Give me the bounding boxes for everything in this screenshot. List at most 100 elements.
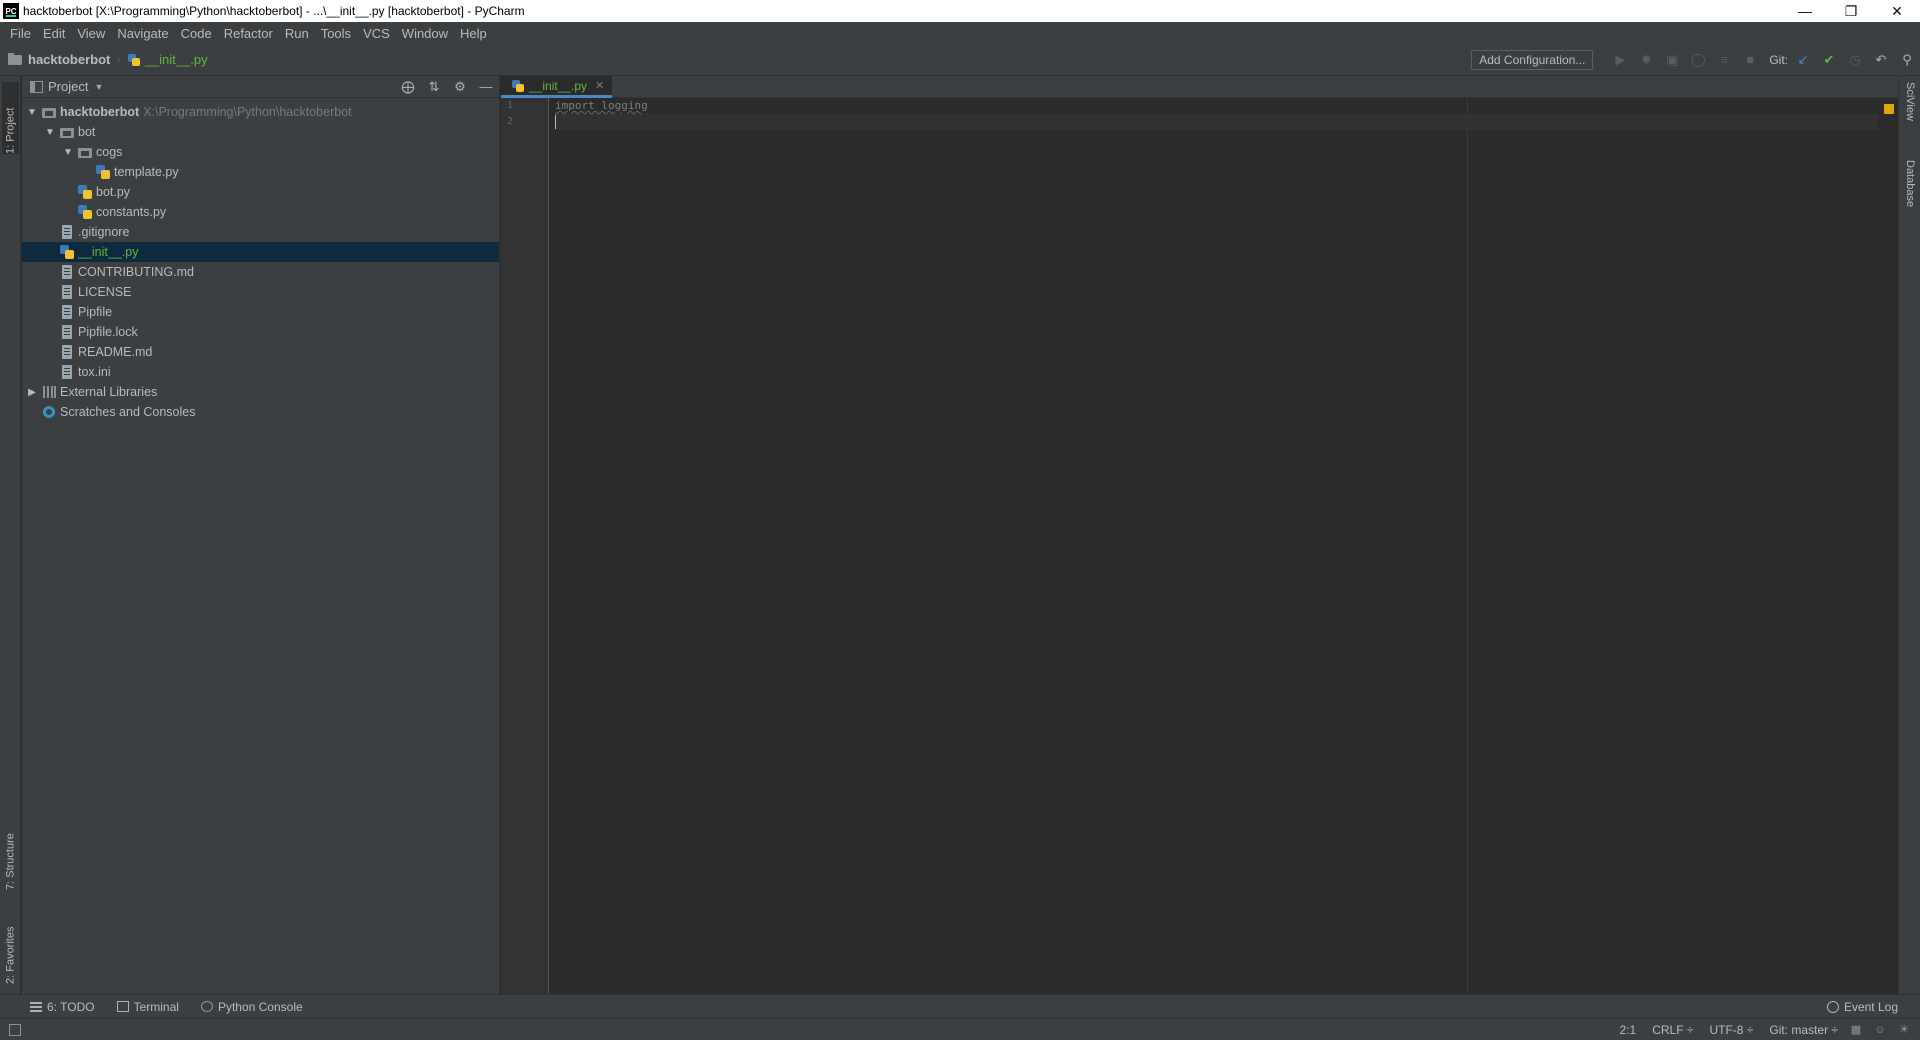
python-file-icon (511, 79, 525, 93)
menu-navigate[interactable]: Navigate (111, 26, 174, 41)
breadcrumb-project[interactable]: hacktoberbot (0, 52, 110, 67)
tree-item-license[interactable]: LICENSE (22, 282, 499, 302)
folder-icon (78, 145, 92, 159)
tree-item-bot-py[interactable]: bot.py (22, 182, 499, 202)
line-number: 1 (507, 100, 514, 111)
left-tool-strip: 1: Project 7: Structure 2: Favorites (0, 76, 21, 994)
close-tab-icon[interactable]: ✕ (595, 79, 604, 92)
tree-item-cogs[interactable]: ▼ cogs (22, 142, 499, 162)
restore-icon[interactable]: ❐ (1828, 0, 1874, 22)
warning-marker-icon[interactable] (1884, 104, 1894, 114)
notifications-icon[interactable]: ☀ (1898, 1024, 1910, 1036)
tree-item-init-py[interactable]: __init__.py (22, 242, 499, 262)
breadcrumb-project-label: hacktoberbot (28, 52, 111, 67)
search-icon[interactable]: ⚲ (1894, 47, 1920, 73)
breadcrumb-separator: › (116, 52, 121, 67)
close-icon[interactable]: ✕ (1874, 0, 1920, 22)
editor-scrollbar[interactable] (1886, 98, 1898, 994)
chevron-down-icon[interactable]: ▼ (94, 82, 103, 92)
tree-item-label: hacktoberbot (60, 105, 140, 119)
toggle-tool-windows-icon[interactable] (9, 1023, 21, 1036)
lock-icon[interactable]: ▩ (1850, 1024, 1862, 1036)
vcs-update-icon[interactable]: ↙ (1790, 47, 1816, 73)
tree-item-readme-md[interactable]: README.md (22, 342, 499, 362)
expand-arrow-icon[interactable]: ▼ (44, 126, 56, 138)
run-icon[interactable]: ▶ (1607, 47, 1633, 73)
collapse-all-icon[interactable]: ⇅ (421, 79, 447, 95)
line-separator[interactable]: CRLF ÷ (1652, 1023, 1693, 1037)
locate-file-icon[interactable]: ⨁ (395, 79, 421, 95)
tree-item-bot[interactable]: ▼ bot (22, 122, 499, 142)
vcs-revert-icon[interactable]: ↶ (1868, 47, 1894, 73)
code-line[interactable]: import logging (555, 98, 1878, 114)
navigation-bar: hacktoberbot › __init__.py Add Configura… (0, 44, 1920, 76)
todo-icon (30, 1001, 42, 1012)
tab-favorites[interactable]: 2: Favorites (2, 904, 19, 984)
debug-icon[interactable]: ✸ (1633, 47, 1659, 73)
tab-structure[interactable]: 7: Structure (2, 810, 19, 890)
project-panel-header: Project ▼ ⨁ ⇅ ⚙ — (22, 76, 499, 98)
expand-arrow-icon[interactable]: ▼ (26, 106, 38, 118)
menu-run[interactable]: Run (279, 26, 315, 41)
expand-arrow-icon[interactable]: ▼ (62, 146, 74, 158)
hide-panel-icon[interactable]: — (473, 79, 499, 94)
menu-tools[interactable]: Tools (315, 26, 357, 41)
tab-database[interactable]: Database (1902, 160, 1918, 230)
profile-icon[interactable]: ◯ (1685, 47, 1711, 73)
tree-item-constants-py[interactable]: constants.py (22, 202, 499, 222)
concurrency-icon[interactable]: ≡ (1711, 47, 1737, 73)
project-view-icon (30, 80, 43, 93)
project-panel-title[interactable]: Project (48, 79, 88, 94)
tab-project[interactable]: 1: Project (2, 82, 19, 154)
tree-item-tox-ini[interactable]: tox.ini (22, 362, 499, 382)
tree-item-template-py[interactable]: template.py (22, 162, 499, 182)
code-text-area[interactable]: import logging (555, 98, 1878, 130)
tool-todo[interactable]: 6: TODO (30, 1000, 95, 1014)
tree-item-label: Pipfile (78, 305, 113, 319)
tree-item-gitignore[interactable]: .gitignore (22, 222, 499, 242)
menu-edit[interactable]: Edit (37, 26, 71, 41)
menu-code[interactable]: Code (175, 26, 218, 41)
tool-python-console[interactable]: Python Console (200, 1000, 303, 1014)
editor-area: __init__.py ✕ 1 2 import logging (501, 76, 1898, 994)
expand-arrow-icon[interactable]: ▶ (26, 386, 38, 398)
tree-item-hacktoberbot[interactable]: ▼ hacktoberbot X:\Programming\Python\hac… (22, 102, 499, 122)
markdown-file-icon (60, 265, 74, 279)
tree-item-external-libraries[interactable]: ▶ External Libraries (22, 382, 499, 402)
vcs-history-icon[interactable]: ◷ (1842, 47, 1868, 73)
add-configuration-button[interactable]: Add Configuration... (1471, 49, 1594, 70)
tree-item-label: constants.py (96, 205, 167, 219)
tree-item-label: Pipfile.lock (78, 325, 138, 339)
caret-position[interactable]: 2:1 (1620, 1023, 1637, 1037)
stop-icon[interactable]: ■ (1737, 47, 1763, 73)
tool-event-log-label: Event Log (1843, 999, 1898, 1014)
minimize-icon[interactable]: — (1782, 0, 1828, 22)
folder-icon (8, 52, 22, 65)
menu-view[interactable]: View (71, 26, 111, 41)
tree-item-contributing-md[interactable]: CONTRIBUTING.md (22, 262, 499, 282)
gear-icon[interactable]: ⚙ (447, 79, 473, 95)
tab-sciview[interactable]: SciView (1902, 82, 1918, 142)
tool-terminal[interactable]: Terminal (116, 1000, 179, 1014)
menu-file[interactable]: File (4, 26, 37, 41)
vcs-commit-icon[interactable]: ✔ (1816, 47, 1842, 73)
tree-item-pipfile-lock[interactable]: Pipfile.lock (22, 322, 499, 342)
inspector-icon[interactable]: ☺ (1874, 1024, 1886, 1036)
git-branch[interactable]: Git: master ÷ (1769, 1023, 1838, 1037)
tool-event-log[interactable]: Event Log (1826, 999, 1898, 1014)
tree-item-pipfile[interactable]: Pipfile (22, 302, 499, 322)
menu-window[interactable]: Window (396, 26, 454, 41)
line-number-gutter: 1 2 (501, 98, 549, 994)
tree-item-label: CONTRIBUTING.md (78, 265, 194, 279)
editor-tab-init-py[interactable]: __init__.py ✕ (501, 76, 613, 98)
file-encoding[interactable]: UTF-8 ÷ (1709, 1023, 1753, 1037)
menu-help[interactable]: Help (454, 26, 493, 41)
python-file-icon (60, 245, 74, 259)
run-with-coverage-icon[interactable]: ▣ (1659, 47, 1685, 73)
code-line-current[interactable] (555, 114, 1878, 130)
tree-item-label: bot.py (96, 185, 131, 199)
tree-item-scratches[interactable]: Scratches and Consoles (22, 402, 499, 422)
menu-vcs[interactable]: VCS (357, 26, 396, 41)
menu-refactor[interactable]: Refactor (218, 26, 279, 41)
breadcrumb-file[interactable]: __init__.py (127, 52, 208, 67)
